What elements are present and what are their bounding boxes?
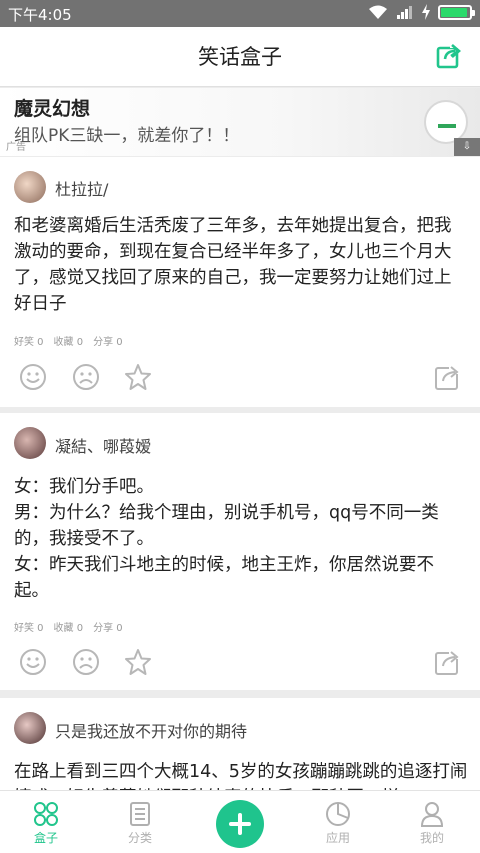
ad-title: 魔灵幻想 [14, 98, 91, 120]
star-icon[interactable] [124, 648, 152, 676]
username[interactable]: 杜拉拉/ [55, 176, 108, 200]
ad-banner[interactable]: 魔灵幻想 组队PK三缺一，就差你了！！ 广告 ⇩ [0, 88, 480, 156]
post-stats: 好笑 0 收藏 0 分享 0 [14, 619, 123, 634]
add-button[interactable] [216, 800, 264, 848]
post-actions [0, 648, 480, 678]
status-bar: 下午4:05 [0, 0, 480, 27]
post-actions [0, 363, 480, 393]
grid-icon [34, 802, 58, 826]
post-content: 和老婆离婚后生活秃废了三年多，去年她提出复合，把我激动的要命，到现在复合已经半年… [14, 216, 452, 314]
frown-icon[interactable] [72, 648, 100, 676]
share-count: 分享 0 [93, 337, 123, 348]
username[interactable]: 只是我还放不开对你的期待 [55, 718, 247, 742]
avatar[interactable] [14, 171, 46, 203]
smile-icon[interactable] [19, 363, 47, 391]
nav-item-apps[interactable]: 应用 [308, 801, 368, 846]
signal-icon [397, 6, 412, 19]
page-title: 笑话盒子 [198, 45, 282, 69]
avatar[interactable] [14, 427, 46, 459]
pie-icon [326, 802, 350, 826]
app-header: 笑话盒子 [0, 27, 480, 87]
star-icon[interactable] [124, 363, 152, 391]
username[interactable]: 凝結、哪葮嫒 [55, 433, 151, 457]
laugh-count: 好笑 0 [14, 623, 44, 634]
ad-subtitle: 组队PK三缺一，就差你了！！ [14, 126, 240, 146]
post-card: 只是我还放不开对你的期待 在路上看到三四个大概14、5岁的女孩蹦蹦跳跳的追逐打闹… [0, 698, 480, 798]
avatar[interactable] [14, 712, 46, 744]
screen: 下午4:05 笑话盒子 魔灵幻想 组队PK三缺一，就差你了！！ 广告 ⇩ 杜拉拉… [0, 0, 480, 853]
status-time: 下午4:05 [8, 6, 72, 24]
post-card: 凝結、哪葮嫒 女：我们分手吧。 男：为什么？给我个理由，别说手机号，qq号不同一… [0, 413, 480, 690]
list-icon [130, 802, 150, 826]
share-post-icon[interactable] [434, 648, 462, 676]
smile-icon[interactable] [19, 648, 47, 676]
ad-corner-icon: ⇩ [454, 138, 480, 156]
person-icon [420, 802, 444, 827]
nav-label: 分类 [127, 831, 152, 845]
nav-item-category[interactable]: 分类 [110, 801, 170, 846]
ad-tag: 广告 [6, 142, 26, 153]
frown-icon[interactable] [72, 363, 100, 391]
content-line: 女：我们分手吧。 [14, 477, 154, 497]
content-line: 女：昨天我们斗地主的时候，地主王炸，你居然说要不起。 [14, 555, 434, 601]
nav-item-box[interactable]: 盒子 [16, 801, 76, 846]
share-post-icon[interactable] [434, 363, 462, 391]
laugh-count: 好笑 0 [14, 337, 44, 348]
favorite-count: 收藏 0 [53, 337, 84, 348]
post-content: 女：我们分手吧。 男：为什么？给我个理由，别说手机号，qq号不同一类的，我接受不… [14, 474, 468, 604]
battery-icon [438, 4, 475, 20]
favorite-count: 收藏 0 [53, 623, 84, 634]
content-line: 男：为什么？给我个理由，别说手机号，qq号不同一类的，我接受不了。 [14, 503, 439, 549]
post-stats: 好笑 0 收藏 0 分享 0 [14, 333, 123, 348]
nav-label: 应用 [325, 831, 350, 845]
share-count: 分享 0 [93, 623, 123, 634]
status-icons [368, 4, 475, 20]
nav-item-me[interactable]: 我的 [402, 801, 462, 846]
wifi-icon [369, 5, 387, 19]
nav-label: 我的 [419, 831, 444, 845]
nav-label: 盒子 [33, 831, 58, 845]
share-icon[interactable] [436, 43, 462, 69]
post-card: 杜拉拉/ 和老婆离婚后生活秃废了三年多，去年她提出复合，把我激动的要命，到现在复… [0, 157, 480, 407]
charging-icon [422, 4, 430, 20]
